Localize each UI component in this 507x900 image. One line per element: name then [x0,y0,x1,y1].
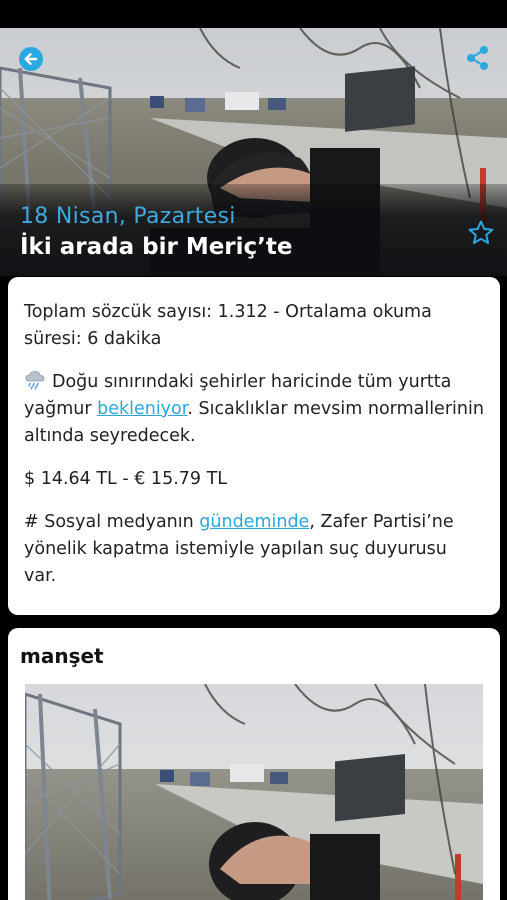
headline-card[interactable]: manşet [8,628,500,900]
social-text: # Sosyal medyanın [24,512,200,532]
summary-card: Toplam sözcük sayısı: 1.312 - Ortalama o… [8,277,500,615]
social-media-summary: # Sosyal medyanın gündeminde, Zafer Part… [24,509,484,590]
article-date: 18 Nisan, Pazartesi [20,204,236,229]
hero-header: 18 Nisan, Pazartesi İki arada bir Meriç’… [0,28,507,276]
weather-summary: Doğu sınırındaki şehirler haricinde tüm … [24,369,484,450]
rain-cloud-icon [25,371,45,390]
hero-gradient [0,184,507,276]
back-button[interactable] [17,45,45,73]
currency-rates: $ 14.64 TL - € 15.79 TL [24,469,228,489]
article-title: İki arada bir Meriç’te [20,234,293,260]
status-bar [0,0,507,28]
share-icon [467,46,488,70]
share-button[interactable] [464,44,492,72]
reading-stats: Toplam sözcük sayısı: 1.312 - Ortalama o… [24,302,432,349]
social-link[interactable]: gündeminde [199,512,309,532]
headline-photo [25,684,483,900]
bookmark-button[interactable] [467,219,495,247]
arrow-left-circle-icon [19,47,43,71]
headline-section-title: manşet [20,644,104,668]
weather-link[interactable]: bekleniyor [97,399,187,419]
star-outline-icon [468,220,494,244]
headline-image[interactable] [25,684,483,900]
